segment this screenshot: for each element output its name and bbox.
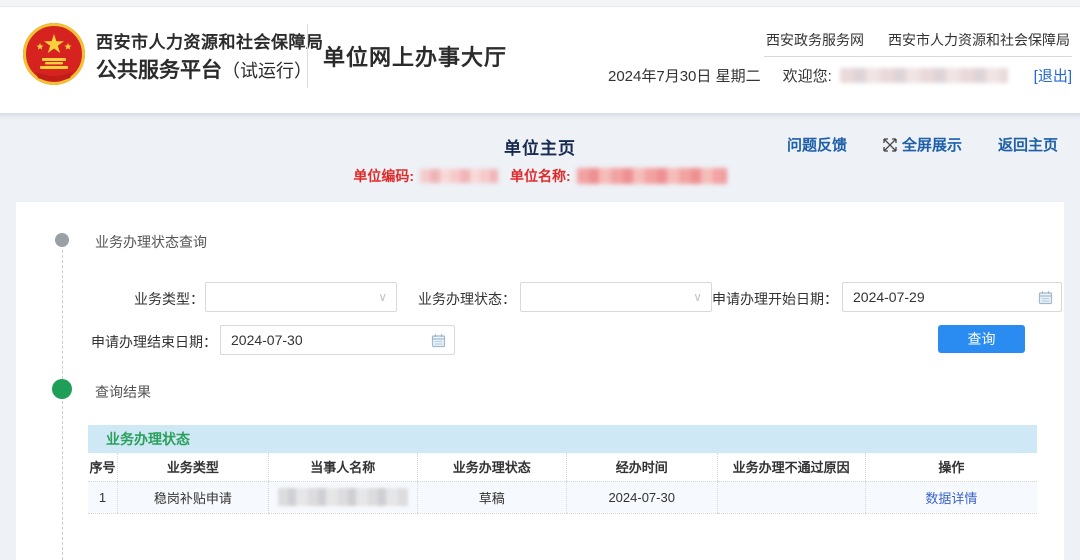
welcome-label: 欢迎您: (782, 68, 832, 85)
query-button[interactable]: 查询 (938, 325, 1025, 353)
query-section-title: 业务办理状态查询 (95, 234, 207, 250)
cell-action: 数据详情 (864, 481, 1037, 514)
unit-code-label: 单位编码: (353, 168, 414, 184)
top-links: 西安政务服务网 西安市人力资源和社会保障局 (766, 30, 1070, 50)
data-detail-link[interactable]: 数据详情 (925, 491, 977, 506)
cell-handle-time: 2024-07-30 (565, 481, 718, 514)
cell-status: 草稿 (416, 481, 567, 514)
cell-party-name (267, 481, 418, 514)
site-header: 西安市人力资源和社会保障局 公共服务平台（试运行） 单位网上办事大厅 西安政务服… (0, 8, 1080, 113)
fullscreen-label: 全屏展示 (901, 137, 962, 154)
brand-divider (307, 24, 308, 88)
col-status: 业务办理状态 (416, 453, 567, 482)
unit-info-line: 单位编码: 单位名称: (0, 166, 1080, 186)
end-date-label: 申请办理结束日期： (91, 334, 217, 350)
table-row: 1 稳岗补贴申请 草稿 2024-07-30 数据详情 (88, 481, 1037, 514)
hall-title: 单位网上办事大厅 (323, 45, 508, 70)
end-date-field (220, 325, 455, 355)
results-section-title: 查询结果 (95, 384, 151, 400)
top-links-divider (764, 56, 1072, 57)
screen: 西安市人力资源和社会保障局 公共服务平台（试运行） 单位网上办事大厅 西安政务服… (0, 0, 1080, 560)
table-caption: 业务办理状态 (88, 425, 1037, 453)
col-action: 操作 (864, 453, 1037, 482)
unit-name-label: 单位名称: (510, 168, 571, 184)
timeline-dashed-line (62, 250, 63, 560)
page-action-links: 问题反馈 全屏展示 返回主页 (787, 134, 1058, 155)
link-hr-bureau[interactable]: 西安市人力资源和社会保障局 (888, 30, 1070, 50)
section-dot-green (52, 379, 72, 399)
welcome-row: 2024年7月30日 星期二 欢迎您: [退出] (608, 65, 1072, 86)
chevron-down-icon: ∨ (693, 290, 702, 304)
results-table: 业务办理状态 序号 业务类型 当事人名称 业务办理状态 经办时间 业务办理不通过… (88, 425, 1037, 514)
logout-link[interactable]: [退出] (1034, 65, 1072, 86)
col-seq: 序号 (88, 453, 118, 482)
business-type-label: 业务类型： (134, 291, 204, 307)
cell-business-type: 稳岗补贴申请 (116, 481, 269, 514)
end-date-input[interactable] (221, 326, 420, 354)
main-card: 业务办理状态查询 业务类型： ∨ 业务办理状态： ∨ 申请办理开始日期： 202… (16, 202, 1064, 560)
national-emblem-logo (23, 23, 85, 85)
col-reject-reason: 业务办理不通过原因 (716, 453, 866, 482)
link-gov-service-net[interactable]: 西安政务服务网 (766, 30, 864, 50)
start-date-input[interactable] (843, 283, 1027, 311)
start-date-field (842, 282, 1062, 312)
calendar-icon[interactable] (431, 333, 446, 348)
col-business-type: 业务类型 (116, 453, 269, 482)
platform-name: 公共服务平台（试运行） (96, 54, 312, 84)
platform-name-suffix: （试运行） (222, 61, 312, 81)
redacted-unit-name (576, 168, 727, 184)
current-date: 2024年7月30日 星期二 (608, 68, 761, 85)
platform-name-main: 公共服务平台 (96, 59, 222, 82)
business-type-select[interactable]: ∨ (205, 282, 397, 312)
col-party-name: 当事人名称 (267, 453, 418, 482)
cell-reject-reason (716, 481, 866, 514)
top-strip (0, 0, 1080, 7)
cell-seq: 1 (88, 481, 118, 514)
page-content: 单位主页 问题反馈 全屏展示 返回主页 单位编码: 单位名称: 业务办理状态查询… (0, 113, 1080, 560)
redacted-party-name (277, 488, 408, 506)
calendar-icon[interactable] (1038, 290, 1053, 305)
col-handle-time: 经办时间 (565, 453, 718, 482)
section-dot-gray (55, 233, 69, 247)
fullscreen-icon (883, 137, 897, 152)
redacted-user-name (839, 68, 1008, 83)
start-date-label: 申请办理开始日期： (712, 291, 838, 307)
feedback-link[interactable]: 问题反馈 (787, 134, 847, 155)
org-name: 西安市人力资源和社会保障局 (96, 33, 324, 52)
business-status-label: 业务办理状态： (418, 291, 516, 307)
business-status-select[interactable]: ∨ (520, 282, 712, 312)
fullscreen-link[interactable]: 全屏展示 (883, 134, 962, 155)
redacted-unit-code (420, 169, 498, 183)
table-header-row: 序号 业务类型 当事人名称 业务办理状态 经办时间 业务办理不通过原因 操作 (88, 453, 1037, 482)
chevron-down-icon: ∨ (378, 290, 387, 304)
back-home-link[interactable]: 返回主页 (998, 134, 1058, 155)
